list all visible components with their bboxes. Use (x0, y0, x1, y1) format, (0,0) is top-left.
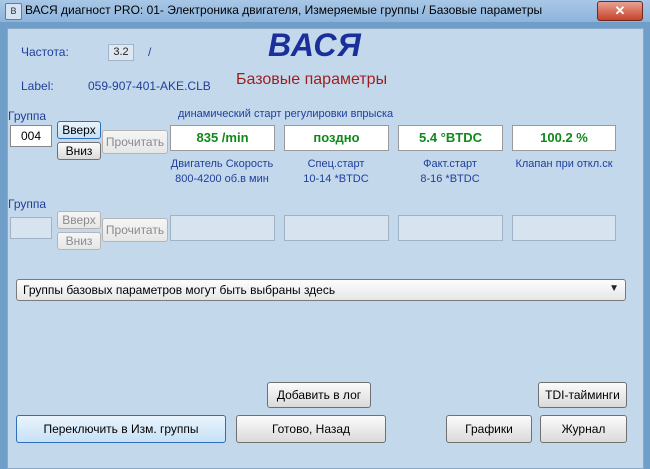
group1-up-button[interactable]: Вверх (57, 121, 101, 139)
group1-field-4-desc: Клапан при откл.ск (512, 157, 616, 172)
frequency-label: Частота: (21, 45, 69, 59)
label-label: Label: (21, 79, 54, 93)
group1-label: Группа (8, 109, 47, 123)
frequency-value: 3.2 (108, 44, 134, 61)
group1-input[interactable]: 004 (10, 125, 52, 147)
group1-field-1-desc: Двигатель Скорость 800-4200 об.в мин (170, 157, 274, 187)
group1-field-1: 835 /min (170, 125, 275, 151)
app-icon: В (5, 3, 22, 20)
group1-field-3: 5.4 °BTDC (398, 125, 503, 151)
group1-field-3-desc: Факт.старт 8-16 *BTDC (398, 157, 502, 187)
group2-down-button[interactable]: Вниз (57, 232, 101, 250)
group1-field-4: 100.2 % (512, 125, 616, 151)
window-title: ВАСЯ диагност PRO: 01- Электроника двига… (25, 3, 543, 17)
chevron-down-icon: ▼ (609, 283, 619, 294)
basic-params-dropdown[interactable]: Группы базовых параметров могут быть выб… (16, 279, 626, 301)
add-to-log-button[interactable]: Добавить в лог (267, 382, 371, 408)
title-bar[interactable]: В ВАСЯ диагност PRO: 01- Электроника дви… (0, 0, 650, 22)
group1-field-3-desc-line2: 8-16 *BTDC (420, 173, 480, 185)
switch-to-measuring-groups-button[interactable]: Переключить в Изм. группы (16, 415, 226, 443)
group1-field-2: поздно (284, 125, 389, 151)
journal-button[interactable]: Журнал (540, 415, 627, 443)
group2-field-4 (512, 215, 616, 241)
close-button[interactable]: ✕ (597, 1, 643, 21)
group1-field-2-desc: Спец.старт 10-14 *BTDC (284, 157, 388, 187)
done-back-button[interactable]: Готово, Назад (236, 415, 386, 443)
group1-read-button[interactable]: Прочитать (102, 130, 168, 154)
group1-field-1-desc-line1: Двигатель Скорость (170, 158, 274, 170)
group1-field-2-desc-line1: Спец.старт (307, 158, 365, 170)
group1-caption: динамический старт регулировки впрыска (178, 108, 394, 120)
group2-field-1 (170, 215, 275, 241)
group2-field-3 (398, 215, 503, 241)
group2-up-button[interactable]: Вверх (57, 211, 101, 229)
group1-field-3-desc-line1: Факт.старт (423, 158, 477, 170)
group2-read-button[interactable]: Прочитать (102, 218, 168, 242)
group2-field-2 (284, 215, 389, 241)
group1-field-2-desc-line2: 10-14 *BTDC (303, 173, 369, 185)
main-panel: Частота: 3.2 / Label: 059-907-401-AKE.CL… (7, 27, 644, 469)
label-value: 059-907-401-AKE.CLB (88, 79, 211, 93)
page-subtitle: Базовые параметры (236, 71, 388, 88)
group2-label: Группа (8, 197, 47, 211)
frequency-unit: / (148, 45, 152, 59)
group1-field-1-desc-line2: 800-4200 об.в мин (175, 173, 269, 185)
group1-field-4-desc-line1: Клапан при откл.ск (515, 158, 613, 170)
group2-input[interactable] (10, 217, 52, 239)
dropdown-selected-text: Группы базовых параметров могут быть выб… (23, 283, 336, 297)
brand-logo: ВАСЯ (268, 27, 362, 63)
group1-down-button[interactable]: Вниз (57, 142, 101, 160)
tdi-timing-button[interactable]: TDI-тайминги (538, 382, 627, 408)
graphs-button[interactable]: Графики (446, 415, 532, 443)
